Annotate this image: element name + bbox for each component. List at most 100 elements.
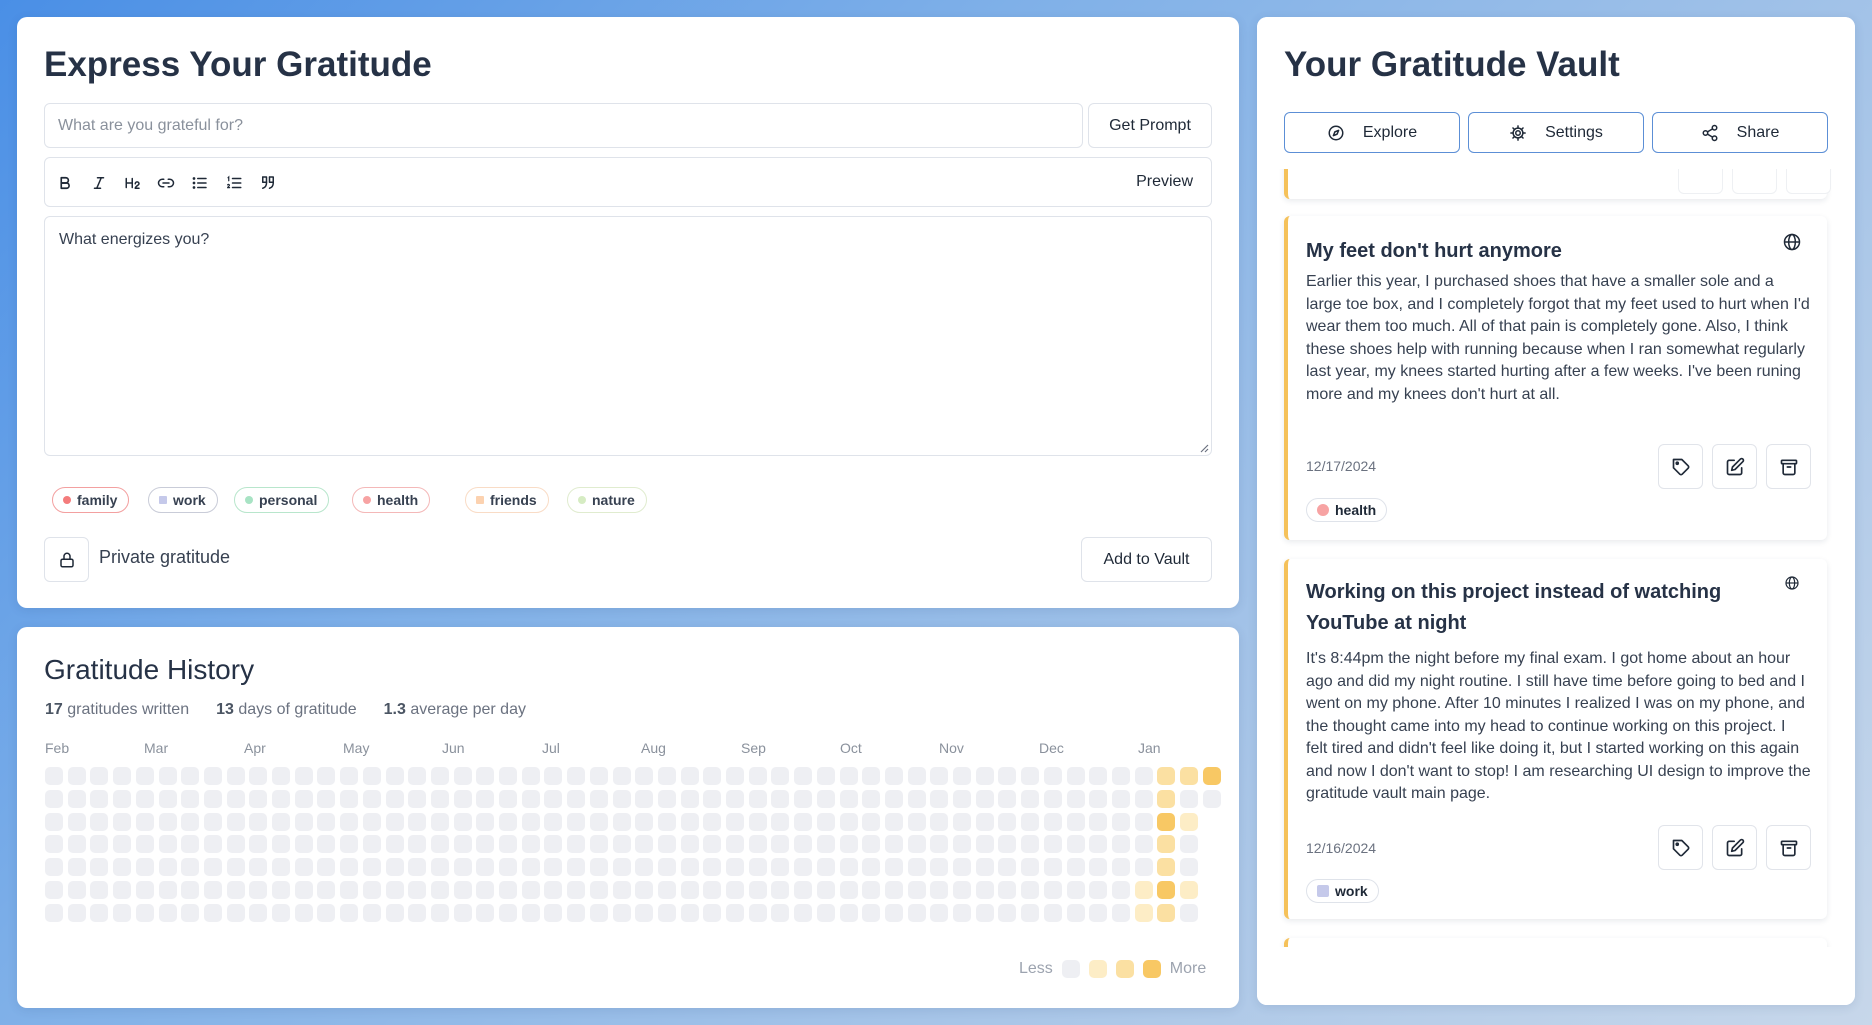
heatmap-cell[interactable] bbox=[317, 903, 336, 922]
heatmap-cell[interactable] bbox=[884, 903, 903, 922]
heatmap-cell[interactable] bbox=[90, 812, 109, 831]
heatmap-cell[interactable] bbox=[726, 858, 744, 877]
heatmap-cell[interactable] bbox=[430, 812, 449, 831]
heatmap-cell[interactable] bbox=[45, 789, 63, 808]
heatmap-cell[interactable] bbox=[862, 767, 881, 785]
heatmap-cell[interactable] bbox=[884, 881, 903, 899]
heatmap-cell[interactable] bbox=[748, 789, 767, 808]
heatmap-cell[interactable] bbox=[1066, 835, 1085, 854]
heatmap-cell[interactable] bbox=[249, 881, 268, 899]
heatmap-cell[interactable] bbox=[703, 767, 722, 785]
heatmap-cell[interactable] bbox=[1157, 767, 1176, 785]
bold-icon[interactable] bbox=[52, 170, 78, 196]
heatmap-cell[interactable] bbox=[680, 789, 699, 808]
heatmap-cell[interactable] bbox=[1157, 858, 1176, 877]
heatmap-cell[interactable] bbox=[249, 812, 268, 831]
heatmap-cell[interactable] bbox=[930, 835, 949, 854]
heatmap-cell[interactable] bbox=[567, 903, 586, 922]
heatmap-cell[interactable] bbox=[635, 767, 654, 785]
heatmap-cell[interactable] bbox=[158, 903, 177, 922]
heading-2-icon[interactable] bbox=[120, 170, 146, 196]
heatmap-cell[interactable] bbox=[521, 812, 540, 831]
heatmap-cell[interactable] bbox=[657, 767, 676, 785]
heatmap-cell[interactable] bbox=[1043, 881, 1062, 899]
heatmap-cell[interactable] bbox=[249, 789, 268, 808]
heatmap-cell[interactable] bbox=[158, 858, 177, 877]
heatmap-cell[interactable] bbox=[226, 858, 245, 877]
heatmap-cell[interactable] bbox=[726, 903, 744, 922]
heatmap-cell[interactable] bbox=[816, 812, 835, 831]
heatmap-cell[interactable] bbox=[453, 812, 472, 831]
heatmap-cell[interactable] bbox=[839, 812, 858, 831]
heatmap-cell[interactable] bbox=[567, 881, 586, 899]
entry-tag-work[interactable]: work bbox=[1306, 879, 1379, 903]
heatmap-cell[interactable] bbox=[680, 858, 699, 877]
heatmap-cell[interactable] bbox=[703, 789, 722, 808]
heatmap-cell[interactable] bbox=[203, 767, 222, 785]
heatmap-cell[interactable] bbox=[408, 789, 427, 808]
heatmap-cell[interactable] bbox=[521, 881, 540, 899]
heatmap-cell[interactable] bbox=[181, 903, 200, 922]
tag-friends[interactable]: friends bbox=[465, 487, 549, 513]
heatmap-cell[interactable] bbox=[249, 858, 268, 877]
tag-work[interactable]: work bbox=[148, 487, 218, 513]
heatmap-cell[interactable] bbox=[317, 812, 336, 831]
share-button-overlay[interactable]: Share bbox=[1652, 112, 1828, 153]
heatmap-cell[interactable] bbox=[726, 789, 744, 808]
private-toggle-button[interactable] bbox=[44, 537, 89, 582]
heatmap-cell[interactable] bbox=[135, 789, 154, 808]
heatmap-cell[interactable] bbox=[657, 812, 676, 831]
heatmap-cell[interactable] bbox=[567, 767, 586, 785]
heatmap-cell[interactable] bbox=[1111, 767, 1130, 785]
heatmap-cell[interactable] bbox=[748, 835, 767, 854]
heatmap-cell[interactable] bbox=[1157, 903, 1176, 922]
heatmap-cell[interactable] bbox=[385, 858, 404, 877]
heatmap-cell[interactable] bbox=[340, 789, 359, 808]
heatmap-cell[interactable] bbox=[476, 789, 495, 808]
heatmap-cell[interactable] bbox=[567, 858, 586, 877]
heatmap-cell[interactable] bbox=[544, 903, 563, 922]
heatmap-cell[interactable] bbox=[294, 858, 313, 877]
heatmap-cell[interactable] bbox=[657, 881, 676, 899]
heatmap-cell[interactable] bbox=[839, 767, 858, 785]
heatmap-cell[interactable] bbox=[816, 881, 835, 899]
heatmap-cell[interactable] bbox=[771, 903, 790, 922]
heatmap-cell[interactable] bbox=[589, 881, 608, 899]
heatmap-cell[interactable] bbox=[703, 835, 722, 854]
heatmap-cell[interactable] bbox=[272, 812, 290, 831]
heatmap-cell[interactable] bbox=[226, 881, 245, 899]
heatmap-cell[interactable] bbox=[907, 858, 926, 877]
heatmap-cell[interactable] bbox=[317, 858, 336, 877]
heatmap-cell[interactable] bbox=[226, 812, 245, 831]
heatmap-cell[interactable] bbox=[771, 812, 790, 831]
heatmap-cell[interactable] bbox=[1066, 858, 1085, 877]
heatmap-cell[interactable] bbox=[430, 903, 449, 922]
heatmap-cell[interactable] bbox=[226, 903, 245, 922]
heatmap-cell[interactable] bbox=[657, 835, 676, 854]
heatmap-cell[interactable] bbox=[249, 835, 268, 854]
heatmap-cell[interactable] bbox=[703, 812, 722, 831]
heatmap-cell[interactable] bbox=[113, 812, 132, 831]
heatmap-cell[interactable] bbox=[1021, 881, 1040, 899]
heatmap-cell[interactable] bbox=[294, 812, 313, 831]
heatmap-cell[interactable] bbox=[499, 903, 517, 922]
heatmap-cell[interactable] bbox=[1043, 812, 1062, 831]
heatmap-cell[interactable] bbox=[975, 903, 994, 922]
heatmap-cell[interactable] bbox=[907, 903, 926, 922]
heatmap-cell[interactable] bbox=[1089, 812, 1108, 831]
heatmap-cell[interactable] bbox=[90, 903, 109, 922]
heatmap-cell[interactable] bbox=[453, 903, 472, 922]
heatmap-cell[interactable] bbox=[998, 767, 1017, 785]
heatmap-cell[interactable] bbox=[1089, 903, 1108, 922]
heatmap-cell[interactable] bbox=[544, 767, 563, 785]
heatmap-cell[interactable] bbox=[113, 767, 132, 785]
heatmap-cell[interactable] bbox=[181, 881, 200, 899]
heatmap-cell[interactable] bbox=[748, 858, 767, 877]
heatmap-cell[interactable] bbox=[930, 789, 949, 808]
heatmap-cell[interactable] bbox=[362, 835, 381, 854]
heatmap-cell[interactable] bbox=[1043, 858, 1062, 877]
heatmap-cell[interactable] bbox=[90, 789, 109, 808]
heatmap-cell[interactable] bbox=[612, 903, 631, 922]
heatmap-cell[interactable] bbox=[340, 812, 359, 831]
archive-action-button[interactable] bbox=[1766, 444, 1811, 489]
